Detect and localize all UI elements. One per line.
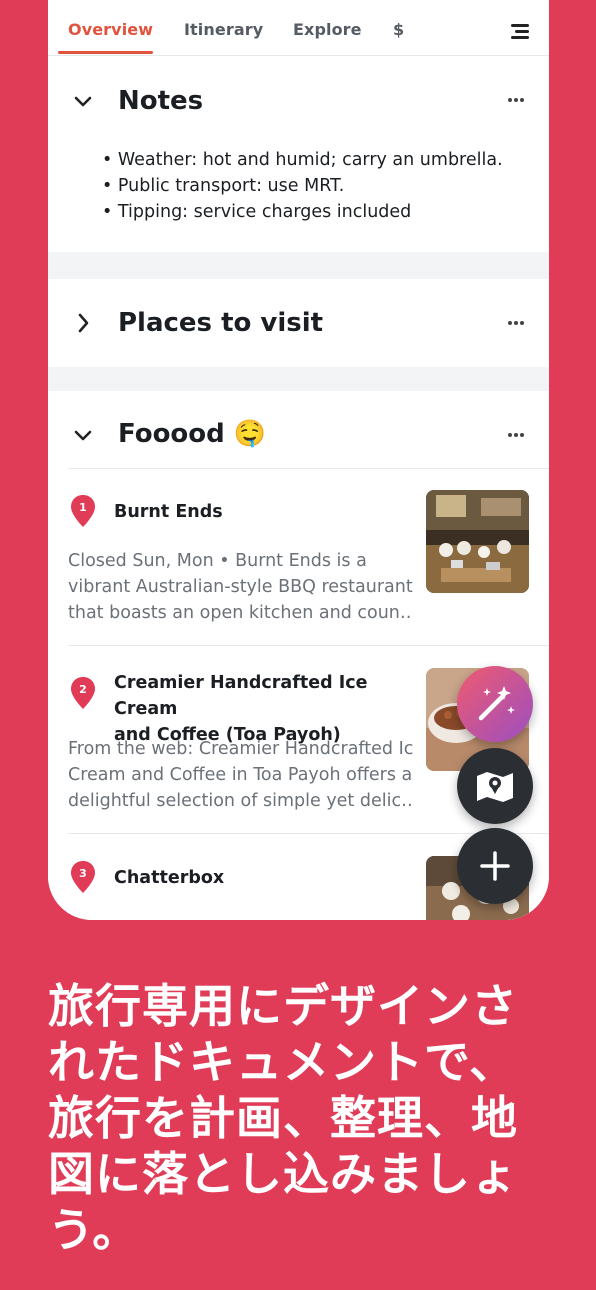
note-line: • Weather: hot and humid; carry an umbre… bbox=[102, 150, 503, 170]
notes-section: Notes • Weather: hot and humid; carry an… bbox=[48, 56, 549, 252]
tab-itinerary[interactable]: Itinerary bbox=[184, 20, 263, 39]
chevron-down-icon[interactable] bbox=[72, 425, 94, 447]
place-name: Chatterbox bbox=[114, 868, 225, 888]
place-description: Closed Sun, Mon • Burnt Ends is a vibran… bbox=[68, 551, 413, 623]
note-line: • Tipping: service charges included bbox=[102, 202, 412, 222]
map-icon bbox=[457, 748, 533, 824]
more-options-icon[interactable] bbox=[507, 433, 525, 439]
add-button[interactable] bbox=[457, 828, 533, 904]
section-gap bbox=[48, 252, 549, 279]
place-number: 3 bbox=[79, 867, 87, 880]
tab-overview[interactable]: Overview bbox=[68, 20, 153, 39]
more-options-icon[interactable] bbox=[507, 98, 525, 104]
tab-budget[interactable]: $ bbox=[393, 20, 404, 39]
tab-explore[interactable]: Explore bbox=[293, 20, 362, 39]
section-gap bbox=[48, 367, 549, 391]
ai-assistant-button[interactable] bbox=[457, 666, 533, 742]
notes-title[interactable]: Notes bbox=[118, 86, 203, 116]
divider bbox=[68, 468, 549, 469]
chevron-down-icon[interactable] bbox=[72, 91, 94, 113]
promo-caption: 旅行専用にデザインさ れたドキュメントで、 旅行を計画、整理、地 図に落とし込み… bbox=[48, 979, 518, 1257]
map-pin-icon: 3 bbox=[71, 861, 95, 893]
map-pin-icon: 2 bbox=[71, 677, 95, 709]
map-button[interactable] bbox=[457, 748, 533, 824]
places-to-visit-title[interactable]: Places to visit bbox=[118, 308, 323, 338]
plus-icon bbox=[457, 828, 533, 904]
note-line: • Public transport: use MRT. bbox=[102, 176, 345, 196]
active-tab-indicator bbox=[58, 51, 153, 54]
food-section-title[interactable]: Fooood 🤤 bbox=[118, 419, 266, 449]
map-pin-icon: 1 bbox=[71, 495, 95, 527]
more-options-icon[interactable] bbox=[507, 321, 525, 327]
place-photo[interactable] bbox=[426, 490, 529, 593]
magic-wand-icon bbox=[457, 666, 533, 742]
places-to-visit-section: Places to visit bbox=[48, 279, 549, 367]
menu-icon[interactable] bbox=[507, 22, 529, 40]
chevron-right-icon[interactable] bbox=[72, 312, 94, 334]
tab-bar: Overview Itinerary Explore $ bbox=[48, 0, 549, 56]
place-description: From the web: Creamier Handcrafted Ice C… bbox=[68, 739, 413, 811]
place-name: Burnt Ends bbox=[114, 502, 223, 522]
place-number: 1 bbox=[79, 501, 87, 514]
place-number: 2 bbox=[79, 683, 87, 696]
divider bbox=[68, 645, 549, 646]
